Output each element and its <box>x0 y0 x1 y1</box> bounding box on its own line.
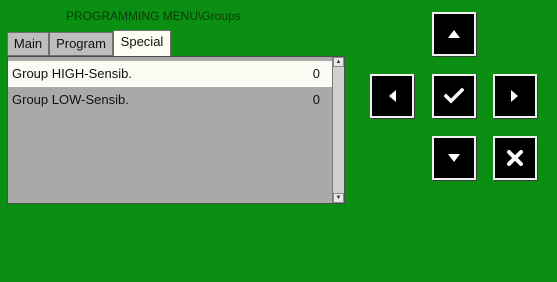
left-button[interactable] <box>370 74 414 118</box>
list-item-label: Group HIGH-Sensib. <box>12 66 132 81</box>
cancel-button[interactable] <box>493 136 537 180</box>
list-item-label: Group LOW-Sensib. <box>12 92 129 107</box>
list-item-value: 0 <box>312 92 320 107</box>
ok-button[interactable] <box>432 74 476 118</box>
right-button[interactable] <box>493 74 537 118</box>
list-item[interactable]: Group HIGH-Sensib. 0 <box>8 61 332 87</box>
scroll-up-button[interactable]: ▲ <box>333 57 344 67</box>
screen: PROGRAMMING MENU\Groups Main Program Spe… <box>0 0 557 282</box>
down-button[interactable] <box>432 136 476 180</box>
list-item-value: 0 <box>312 66 320 81</box>
window-title: PROGRAMMING MENU\Groups <box>66 9 241 23</box>
right-arrow-icon <box>511 90 518 102</box>
cancel-x-icon <box>507 150 523 166</box>
scroll-down-button[interactable]: ▼ <box>333 193 344 203</box>
up-button[interactable] <box>432 12 476 56</box>
up-arrow-icon <box>448 30 460 38</box>
left-arrow-icon <box>389 90 396 102</box>
down-arrow-icon <box>448 154 460 162</box>
tab-special[interactable]: Special <box>113 30 171 56</box>
tab-main[interactable]: Main <box>7 32 49 56</box>
groups-list: Group HIGH-Sensib. 0 Group LOW-Sensib. 0… <box>7 56 345 204</box>
list-item[interactable]: Group LOW-Sensib. 0 <box>8 87 332 113</box>
tab-program[interactable]: Program <box>49 32 113 56</box>
vertical-scrollbar[interactable]: ▲ ▼ <box>332 57 344 203</box>
checkmark-icon <box>444 88 464 104</box>
